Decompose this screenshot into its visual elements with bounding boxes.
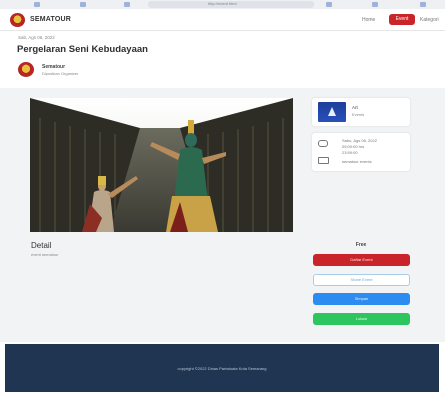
footer-copyright: copyright ©2022 Dinas Pariwisata Kota Se… xyxy=(177,366,267,371)
address-bar[interactable]: http://event.html xyxy=(148,1,314,8)
share-button[interactable]: Share Event xyxy=(313,274,410,286)
address-bar-url: http://event.html xyxy=(208,1,237,6)
organizer-subtitle: Dipostkan Organizer xyxy=(42,71,79,76)
nav-event-button[interactable]: Event xyxy=(389,14,415,25)
price-label: Free xyxy=(355,242,367,248)
forward-icon[interactable] xyxy=(80,2,86,7)
detail-heading: Detail xyxy=(31,241,52,250)
calendar-icon xyxy=(318,140,328,147)
category-card[interactable]: Art Events xyxy=(312,98,410,126)
info-end-time: 23:59:00 xyxy=(342,150,358,155)
download-icon[interactable] xyxy=(372,2,378,7)
back-icon[interactable] xyxy=(34,2,40,7)
site-header: SEMATOUR Home Event Kategori xyxy=(0,9,445,31)
menu-icon[interactable] xyxy=(420,2,426,7)
location-button[interactable]: Lokasi xyxy=(313,313,410,325)
category-subtitle: Events xyxy=(352,112,365,117)
nav-home[interactable]: Home xyxy=(362,17,375,23)
cloud-icon[interactable] xyxy=(326,2,332,7)
save-button[interactable]: Simpan xyxy=(313,293,410,305)
brand-logo[interactable] xyxy=(10,13,25,27)
info-organizer: sematour events xyxy=(342,159,372,164)
page-title: Pergelaran Seni Kebudayaan xyxy=(17,44,148,55)
info-date: Sabu, Ags 06, 2022 xyxy=(342,138,377,143)
register-button[interactable]: Daftar Event xyxy=(313,254,410,266)
organizer-name[interactable]: Sematour xyxy=(42,64,65,70)
event-image xyxy=(30,98,293,232)
event-date: Sab, Ags 06, 2022 xyxy=(18,35,55,40)
ticket-icon xyxy=(318,157,329,164)
browser-toolbar: http://event.html xyxy=(0,0,445,9)
brand-name[interactable]: SEMATOUR xyxy=(30,16,71,23)
detail-text: event sematour xyxy=(31,252,59,257)
nav-kategori[interactable]: Kategori xyxy=(420,17,439,23)
organizer-avatar xyxy=(18,62,34,77)
dancers-scene xyxy=(30,98,293,232)
category-name: Art xyxy=(352,105,358,110)
tab-icon[interactable] xyxy=(124,2,130,7)
category-thumbnail xyxy=(318,102,346,122)
event-info-card: Sabu, Ags 06, 2022 09:00:00 hrs 23:59:00… xyxy=(312,133,410,171)
site-footer: copyright ©2022 Dinas Pariwisata Kota Se… xyxy=(5,344,439,392)
info-start-time: 09:00:00 hrs xyxy=(342,144,365,149)
